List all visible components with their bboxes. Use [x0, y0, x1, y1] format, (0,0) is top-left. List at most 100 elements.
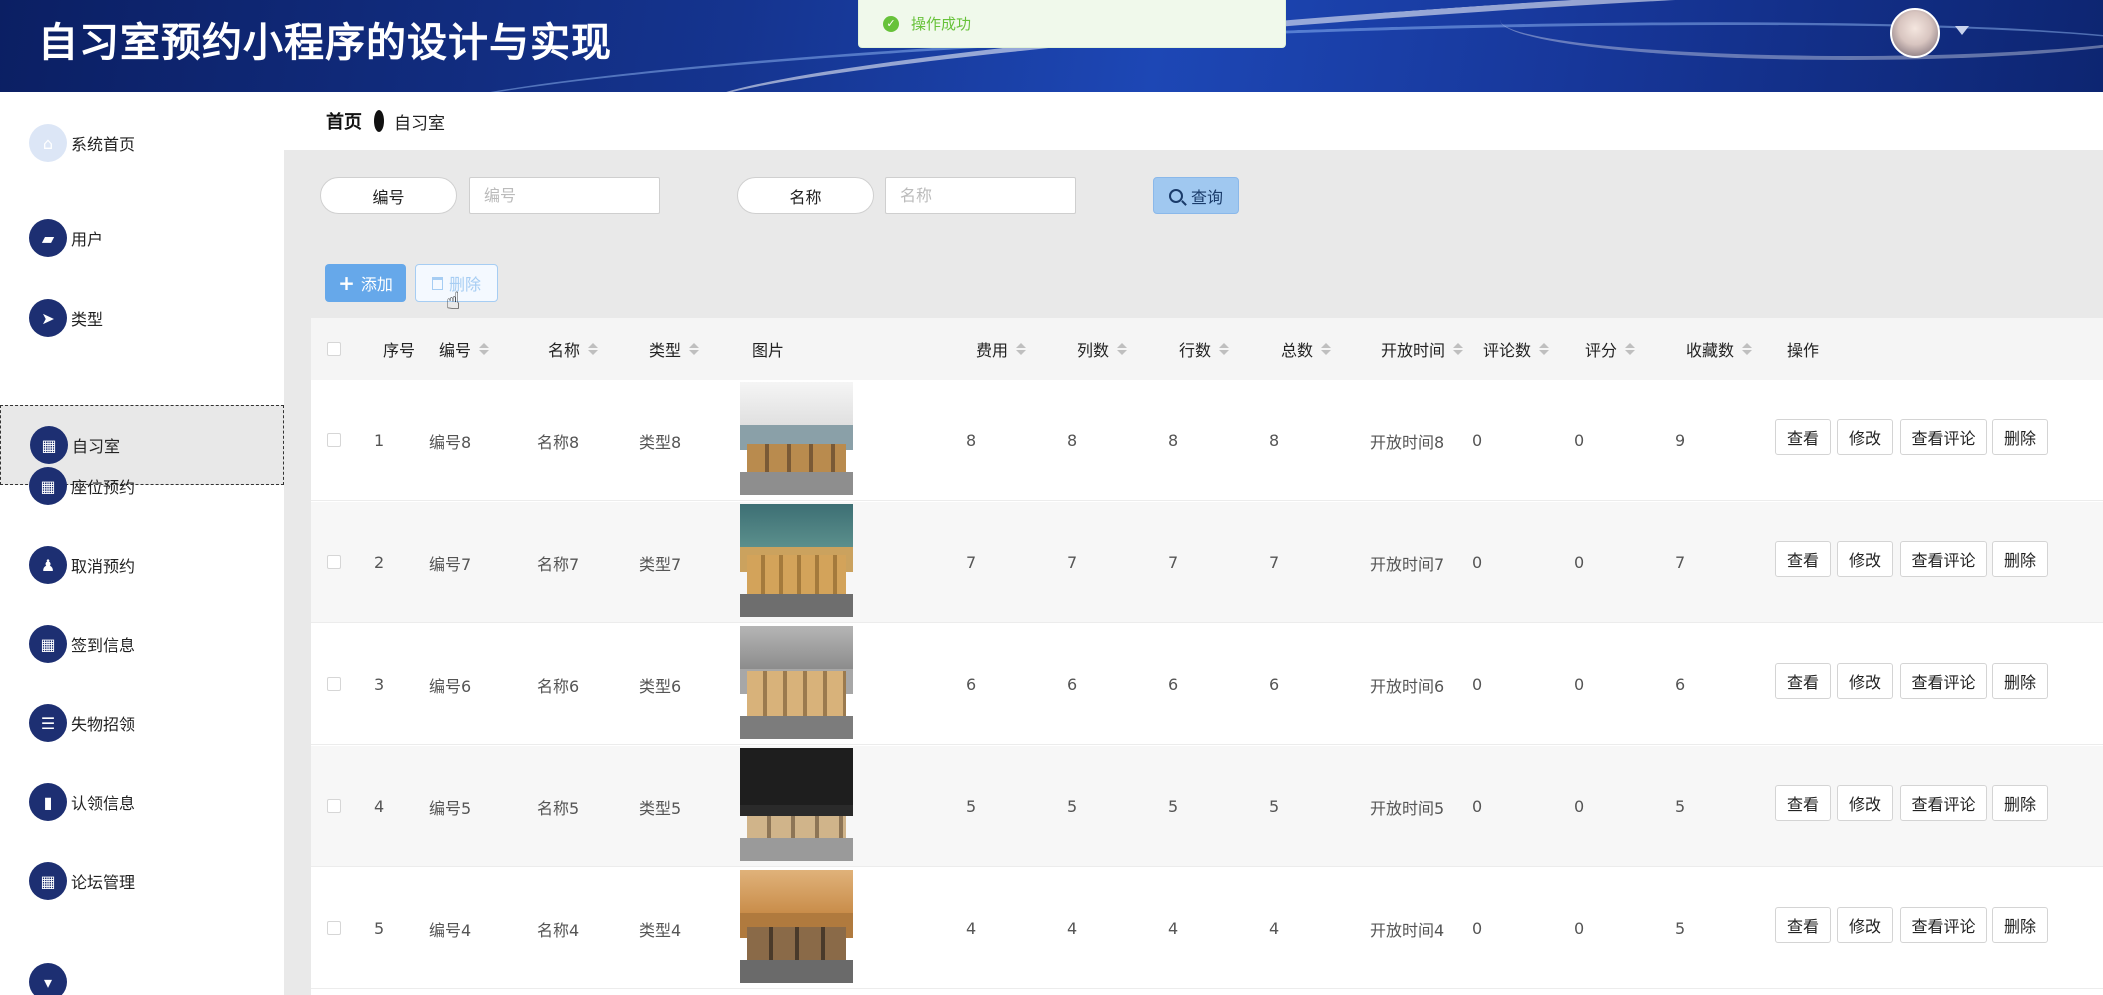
cell-index: 3 [374, 675, 385, 694]
table-row: 2 编号7 名称7 类型7 7 7 7 7 开放时间7 0 0 7 查看 修改 … [311, 502, 2103, 623]
add-button-label: 添加 [360, 275, 393, 294]
delete-row-button[interactable]: 删除 [1992, 419, 2048, 455]
user-avatar[interactable] [1890, 8, 1940, 58]
grid-icon: ▦ [29, 467, 67, 505]
row-checkbox[interactable] [327, 555, 341, 569]
view-button[interactable]: 查看 [1775, 663, 1831, 699]
cell-name: 名称5 [537, 798, 580, 818]
view-comments-button[interactable]: 查看评论 [1900, 907, 1987, 943]
cell-open-time: 开放时间7 [1370, 554, 1445, 574]
select-all-checkbox[interactable] [327, 342, 341, 356]
cell-open-time: 开放时间4 [1370, 920, 1445, 940]
sidebar-item-users[interactable]: ▰ 用户 [0, 198, 284, 278]
sidebar-item-forum[interactable]: ▦ 论坛管理 [0, 841, 284, 921]
edit-button[interactable]: 修改 [1837, 663, 1893, 699]
edit-button[interactable]: 修改 [1837, 541, 1893, 577]
sidebar-item-types[interactable]: ➤ 类型 [0, 278, 284, 358]
search-label-name: 名称 [737, 177, 874, 214]
column-header-code[interactable]: 编号 [439, 318, 490, 380]
delete-row-button[interactable]: 删除 [1992, 663, 2048, 699]
delete-row-button[interactable]: 删除 [1992, 785, 2048, 821]
app-title: 自习室预约小程序的设计与实现 [38, 20, 612, 66]
sidebar-item-home[interactable]: ⌂ 系统首页 [0, 103, 284, 183]
cell-index: 1 [374, 431, 385, 450]
view-comments-button[interactable]: 查看评论 [1900, 419, 1987, 455]
column-header-fee[interactable]: 费用 [976, 318, 1027, 380]
cell-total: 7 [1269, 553, 1280, 572]
view-comments-button[interactable]: 查看评论 [1900, 785, 1987, 821]
search-label-code: 编号 [320, 177, 457, 214]
column-header-open-time[interactable]: 开放时间 [1381, 318, 1464, 380]
sort-icon [1453, 343, 1464, 355]
sort-icon [479, 343, 490, 355]
view-comments-button[interactable]: 查看评论 [1900, 663, 1987, 699]
delete-row-button[interactable]: 删除 [1992, 541, 2048, 577]
view-comments-button[interactable]: 查看评论 [1900, 541, 1987, 577]
breadcrumb-current: 自习室 [394, 113, 445, 134]
cell-open-time: 开放时间6 [1370, 676, 1445, 696]
sidebar-item-label: 系统首页 [71, 135, 136, 154]
hand-cursor-icon: ☝ [446, 287, 461, 315]
cell-code: 编号5 [429, 798, 472, 818]
table-header: 序号 编号 名称 类型 图片 费用 列数 行数 总数 开放时间 评论数 评分 收… [311, 318, 2103, 380]
cell-favorites: 9 [1675, 431, 1686, 450]
breadcrumb-separator [374, 110, 384, 132]
column-header-name[interactable]: 名称 [548, 318, 599, 380]
row-checkbox[interactable] [327, 677, 341, 691]
sidebar-item-claims[interactable]: ▮ 认领信息 [0, 762, 284, 842]
cell-cols: 8 [1067, 431, 1078, 450]
cell-fee: 7 [966, 553, 977, 572]
sidebar-item-seat-booking[interactable]: ▦ 座位预约 [0, 446, 284, 526]
cell-favorites: 5 [1675, 919, 1686, 938]
sidebar-item-partial[interactable]: ▾ [0, 942, 284, 995]
sidebar-item-lost-found[interactable]: ☰ 失物招领 [0, 683, 284, 763]
view-button[interactable]: 查看 [1775, 785, 1831, 821]
sidebar-item-label: 签到信息 [71, 636, 136, 655]
caret-down-icon[interactable] [1955, 26, 1969, 35]
column-header-cols[interactable]: 列数 [1077, 318, 1128, 380]
breadcrumb-home[interactable]: 首页 [326, 108, 362, 134]
sidebar-item-label: 用户 [71, 230, 104, 249]
column-header-favorites[interactable]: 收藏数 [1686, 318, 1753, 380]
sidebar-item-label: 失物招领 [71, 715, 136, 734]
code-search-input[interactable] [469, 177, 660, 214]
check-circle-icon: ✓ [883, 15, 899, 32]
column-header-rows[interactable]: 行数 [1179, 318, 1230, 380]
sidebar-item-checkin[interactable]: ▦ 签到信息 [0, 604, 284, 684]
plus-icon: + [338, 271, 355, 295]
cell-fee: 5 [966, 797, 977, 816]
cell-rows: 6 [1168, 675, 1179, 694]
cell-code: 编号6 [429, 676, 472, 696]
breadcrumb: 首页 自习室 [284, 92, 2103, 150]
sidebar-item-label: 类型 [71, 310, 104, 329]
cell-cols: 7 [1067, 553, 1078, 572]
cell-favorites: 6 [1675, 675, 1686, 694]
cell-total: 5 [1269, 797, 1280, 816]
column-header-total[interactable]: 总数 [1281, 318, 1332, 380]
add-button[interactable]: + 添加 [325, 264, 406, 302]
briefcase-icon: ▰ [29, 219, 67, 257]
sidebar-item-label: 座位预约 [71, 478, 136, 497]
grid-icon: ▦ [29, 625, 67, 663]
row-checkbox[interactable] [327, 799, 341, 813]
column-header-comments[interactable]: 评论数 [1483, 318, 1550, 380]
sort-icon [1742, 343, 1753, 355]
delete-row-button[interactable]: 删除 [1992, 907, 2048, 943]
edit-button[interactable]: 修改 [1837, 907, 1893, 943]
row-checkbox[interactable] [327, 921, 341, 935]
edit-button[interactable]: 修改 [1837, 419, 1893, 455]
name-search-input[interactable] [885, 177, 1076, 214]
view-button[interactable]: 查看 [1775, 541, 1831, 577]
room-thumbnail [740, 626, 853, 739]
row-checkbox[interactable] [327, 433, 341, 447]
query-button[interactable]: 查询 [1153, 177, 1239, 214]
view-button[interactable]: 查看 [1775, 907, 1831, 943]
column-header-score[interactable]: 评分 [1585, 318, 1636, 380]
cell-score: 0 [1574, 431, 1585, 450]
edit-button[interactable]: 修改 [1837, 785, 1893, 821]
room-thumbnail [740, 382, 853, 495]
cell-type: 类型8 [639, 432, 682, 452]
sidebar-item-cancel-booking[interactable]: ♟ 取消预约 [0, 525, 284, 605]
column-header-type[interactable]: 类型 [649, 318, 700, 380]
view-button[interactable]: 查看 [1775, 419, 1831, 455]
